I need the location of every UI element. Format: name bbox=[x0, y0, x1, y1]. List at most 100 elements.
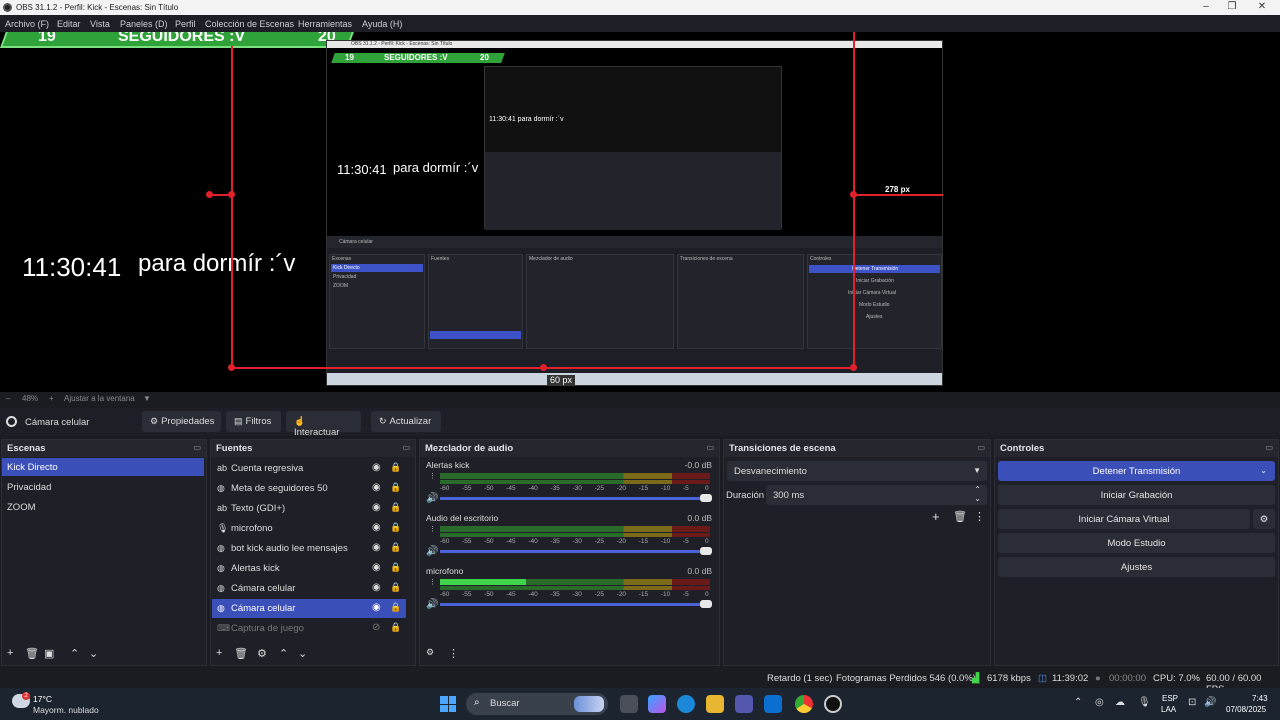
copilot-icon[interactable] bbox=[648, 695, 666, 713]
volume-knob[interactable] bbox=[700, 600, 712, 608]
clock-date[interactable]: 07/08/2025 bbox=[1226, 705, 1266, 714]
scene-item-privacidad[interactable]: Privacidad bbox=[2, 478, 204, 496]
tray-app-icon[interactable]: ◎ bbox=[1095, 697, 1104, 708]
volume-icon[interactable]: 🔊 bbox=[1204, 697, 1216, 708]
lock-icon[interactable]: 🔒 bbox=[390, 522, 401, 533]
menu-help[interactable]: Ayuda (H) bbox=[362, 19, 402, 29]
network-icon[interactable]: ⊡ bbox=[1188, 697, 1196, 708]
source-item[interactable]: ◍ Meta de seguidores 50 ◉ 🔒 bbox=[212, 479, 406, 498]
close-icon[interactable]: ✕ bbox=[1252, 1, 1272, 12]
eye-icon[interactable]: ◉ bbox=[372, 502, 381, 513]
studio-mode-button[interactable]: Modo Estudio bbox=[998, 533, 1275, 553]
lock-icon[interactable]: 🔒 bbox=[390, 562, 401, 573]
start-recording-button[interactable]: Iniciar Grabación bbox=[998, 485, 1275, 505]
virtual-cam-settings-button[interactable]: ⚙ bbox=[1253, 509, 1275, 529]
eye-icon[interactable]: ◉ bbox=[372, 542, 381, 553]
weather-temp[interactable]: 17°C bbox=[33, 694, 52, 704]
lock-icon[interactable]: 🔒 bbox=[390, 622, 401, 633]
weather-desc[interactable]: Mayorm. nublado bbox=[33, 705, 99, 715]
task-view-icon[interactable] bbox=[620, 695, 638, 713]
store-icon[interactable] bbox=[764, 695, 782, 713]
stepper-icon[interactable]: ⌃ ⌄ bbox=[974, 485, 981, 503]
remove-source-icon[interactable]: 🗑 bbox=[234, 647, 248, 660]
scene-filters-icon[interactable]: ▣ bbox=[44, 647, 54, 660]
dock-menu-icon[interactable]: ▭ bbox=[706, 443, 714, 452]
menu-edit[interactable]: Editar bbox=[57, 19, 81, 29]
speaker-icon[interactable]: 🔊 bbox=[426, 599, 438, 610]
lock-icon[interactable]: 🔒 bbox=[390, 602, 401, 613]
windows-start-icon[interactable] bbox=[440, 696, 456, 712]
stop-stream-button[interactable]: Detener Transmisión ⌄ bbox=[998, 461, 1275, 481]
zoom-in-icon[interactable]: + bbox=[49, 394, 54, 403]
dock-menu-icon[interactable]: ▭ bbox=[193, 443, 201, 452]
clock-time[interactable]: 7:43 bbox=[1252, 694, 1268, 703]
speaker-icon[interactable]: 🔊 bbox=[426, 546, 438, 557]
chevron-down-icon[interactable]: ▼ bbox=[143, 394, 151, 403]
guide-handle[interactable] bbox=[850, 191, 857, 198]
volume-slider[interactable] bbox=[440, 603, 710, 606]
fit-window-label[interactable]: Ajustar a la ventana bbox=[64, 394, 135, 403]
transition-select[interactable]: Desvanecimiento ▼ bbox=[727, 461, 987, 481]
dock-menu-icon[interactable]: ▭ bbox=[977, 443, 985, 452]
menu-profile[interactable]: Perfil bbox=[175, 19, 196, 29]
move-up-icon[interactable]: ⌃ bbox=[279, 647, 288, 660]
chevron-up-icon[interactable]: ⌃ bbox=[1074, 697, 1082, 708]
more-icon[interactable]: ⋮ bbox=[974, 510, 985, 523]
menu-file[interactable]: Archivo (F) bbox=[5, 19, 49, 29]
mic-icon[interactable]: 🎙 bbox=[1138, 697, 1151, 708]
eye-icon[interactable]: ◉ bbox=[372, 562, 381, 573]
settings-button[interactable]: Ajustes bbox=[998, 557, 1275, 577]
source-properties-icon[interactable]: ⚙ bbox=[257, 647, 267, 660]
move-up-icon[interactable]: ⌃ bbox=[70, 647, 79, 660]
teams-icon[interactable] bbox=[735, 695, 753, 713]
maximize-icon[interactable]: ❐ bbox=[1222, 1, 1242, 12]
eye-icon[interactable]: ◉ bbox=[372, 602, 381, 613]
guide-handle[interactable] bbox=[540, 364, 547, 371]
language-layout[interactable]: LAA bbox=[1161, 705, 1176, 714]
dock-menu-icon[interactable]: ▭ bbox=[1265, 443, 1273, 452]
start-virtual-cam-button[interactable]: Iniciar Cámara Virtual bbox=[998, 509, 1250, 529]
obs-taskbar-icon[interactable] bbox=[824, 695, 842, 713]
guide-handle[interactable] bbox=[228, 191, 235, 198]
lock-icon[interactable]: 🔒 bbox=[390, 482, 401, 493]
interact-button[interactable]: ☝Interactuar bbox=[286, 411, 361, 438]
more-icon[interactable]: ⋮ bbox=[448, 647, 459, 660]
minimize-icon[interactable]: – bbox=[1196, 1, 1216, 12]
source-item[interactable]: ab Texto (GDI+) ◉ 🔒 bbox=[212, 499, 406, 518]
add-transition-icon[interactable]: + bbox=[932, 509, 940, 524]
eye-icon[interactable]: ◉ bbox=[372, 582, 381, 593]
source-item[interactable]: ◍ bot kick audio lee mensajes ◉ 🔒 bbox=[212, 539, 406, 558]
chrome-icon[interactable] bbox=[795, 695, 813, 713]
cloud-icon[interactable]: ☁ bbox=[1115, 697, 1125, 708]
guide-handle[interactable] bbox=[228, 364, 235, 371]
menu-scene-collection[interactable]: Colección de Escenas bbox=[205, 19, 294, 29]
add-source-icon[interactable]: + bbox=[216, 647, 222, 659]
source-item[interactable]: ab Cuenta regresiva ◉ 🔒 bbox=[212, 459, 406, 478]
lock-icon[interactable]: 🔒 bbox=[390, 462, 401, 473]
eye-icon[interactable]: ◉ bbox=[372, 462, 381, 473]
duration-input[interactable]: 300 ms ⌃ ⌄ bbox=[766, 485, 987, 505]
move-down-icon[interactable]: ⌄ bbox=[298, 647, 307, 660]
preview-canvas[interactable]: 19 SEGUIDORES :V 20 11:30:41 para dormír… bbox=[0, 32, 1280, 392]
move-down-icon[interactable]: ⌄ bbox=[89, 647, 98, 660]
guide-handle[interactable] bbox=[850, 364, 857, 371]
filters-button[interactable]: ▤ Filtros bbox=[226, 411, 281, 432]
file-explorer-icon[interactable] bbox=[706, 695, 724, 713]
remove-transition-icon[interactable]: 🗑 bbox=[953, 510, 967, 523]
edge-icon[interactable] bbox=[677, 695, 695, 713]
eye-icon[interactable]: ◉ bbox=[372, 482, 381, 493]
refresh-button[interactable]: ↻ Actualizar bbox=[371, 411, 441, 432]
source-item[interactable]: ◍ Cámara celular ◉ 🔒 bbox=[212, 579, 406, 598]
volume-slider[interactable] bbox=[440, 550, 710, 553]
dock-menu-icon[interactable]: ▭ bbox=[402, 443, 410, 452]
zoom-out-icon[interactable]: – bbox=[6, 394, 10, 403]
add-scene-icon[interactable]: + bbox=[7, 647, 13, 659]
lock-icon[interactable]: 🔒 bbox=[390, 502, 401, 513]
volume-knob[interactable] bbox=[700, 547, 712, 555]
advanced-audio-icon[interactable]: ⚙ bbox=[426, 647, 434, 658]
menu-view[interactable]: Vista bbox=[90, 19, 110, 29]
language-code[interactable]: ESP bbox=[1162, 694, 1178, 703]
source-item[interactable]: ◍ Cámara celular ◉ 🔒 bbox=[212, 599, 406, 618]
volume-knob[interactable] bbox=[700, 494, 712, 502]
taskbar-search[interactable]: ⌕ Buscar bbox=[466, 693, 608, 715]
